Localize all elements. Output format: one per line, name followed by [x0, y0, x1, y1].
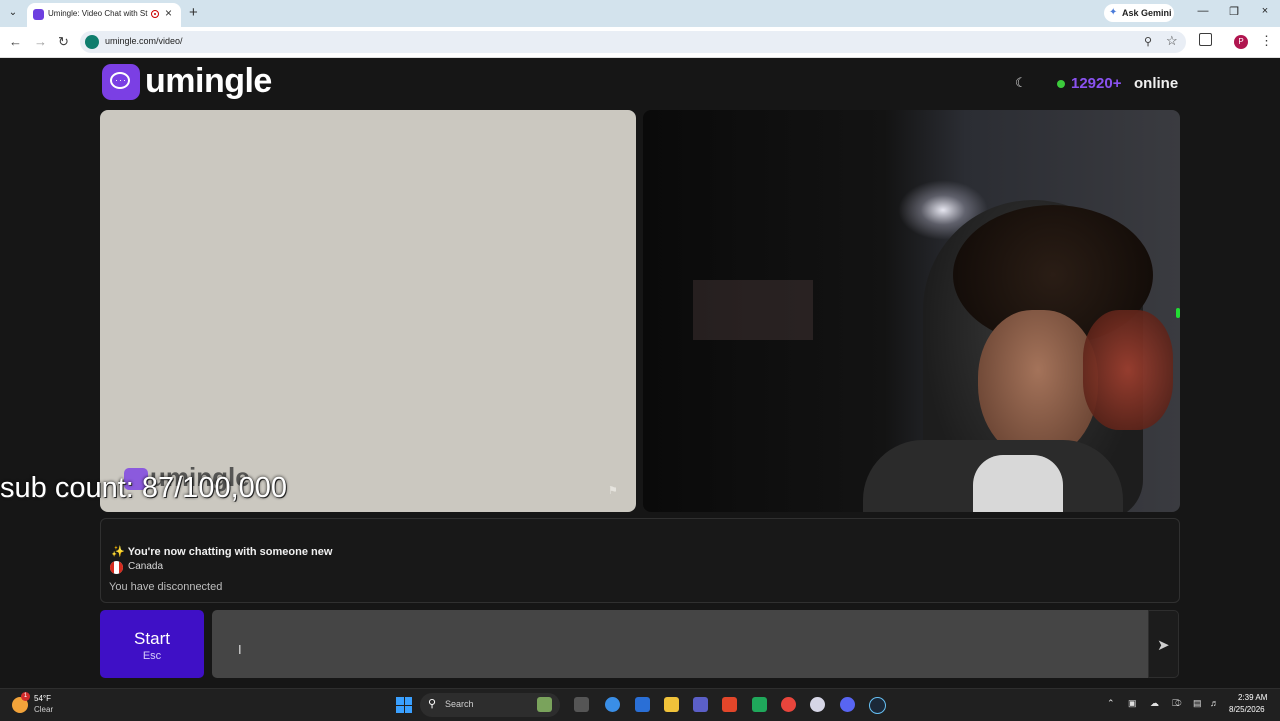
dark-mode-moon-icon[interactable]: ☾	[1015, 75, 1027, 91]
chat-log: ✨ You're now chatting with someone new Ca…	[100, 518, 1180, 603]
taskbar-search-label: Search	[445, 699, 474, 709]
tray-chevron-icon[interactable]: ⌃	[1107, 698, 1115, 709]
onedrive-icon[interactable]: ☁	[1150, 698, 1159, 709]
ask-gemini-label: Ask Gemini	[1122, 8, 1172, 18]
volume-icon[interactable]: ♬	[1210, 698, 1219, 708]
steam-icon[interactable]	[869, 697, 886, 714]
video-person-face	[978, 310, 1098, 460]
video-background	[693, 280, 813, 340]
tray-app-icon[interactable]: ▣	[1128, 698, 1137, 709]
network-icon[interactable]: ▤	[1193, 698, 1202, 709]
sub-count-overlay: sub count: 87/100,000	[0, 472, 288, 504]
obs-icon[interactable]	[810, 697, 825, 712]
stranger-country: Canada	[128, 561, 164, 572]
tab-title: Umingle: Video Chat with St	[48, 9, 148, 18]
online-count: 12920+	[1071, 75, 1122, 92]
reload-icon[interactable]: ↻	[58, 34, 69, 50]
windows-taskbar: 1 54°F Clear ⚲ Search ⌃ ▣ ☁ ⎄ ▤ ♬ 2:39 A…	[0, 688, 1280, 721]
gemini-sparkle-icon: ✦	[1109, 7, 1118, 18]
browser-toolbar: ← → ↻ umingle.com/video/ ⚲ ☆	[0, 27, 1280, 58]
app-icon[interactable]	[752, 697, 767, 712]
weather-temp: 54°F	[34, 694, 51, 703]
stranger-video	[643, 110, 1180, 512]
favicon-icon	[33, 9, 44, 20]
window-close-icon[interactable]: ×	[1256, 5, 1274, 17]
task-view-icon[interactable]	[574, 697, 589, 712]
new-chat-text: You're now chatting with someone new	[127, 546, 333, 558]
weather-badge: 1	[21, 692, 30, 701]
forward-icon[interactable]: →	[34, 34, 47, 49]
windows-start-icon[interactable]	[396, 697, 412, 713]
message-input[interactable]	[212, 610, 1148, 678]
microphone-icon[interactable]: ⎄	[1172, 698, 1182, 709]
online-label: online	[1134, 75, 1179, 92]
canada-flag-icon	[110, 561, 123, 574]
brave-icon[interactable]	[722, 697, 737, 712]
brand-name: umingle	[145, 62, 272, 100]
tab-strip: ⌄ Umingle: Video Chat with St × + ✦ Ask …	[0, 0, 1280, 27]
extensions-icon[interactable]	[1199, 33, 1212, 46]
menu-icon[interactable]: ⋮	[1260, 33, 1273, 49]
ask-gemini-button[interactable]: ✦ Ask Gemini	[1104, 4, 1174, 22]
weather-condition: Clear	[34, 705, 54, 714]
tab-search-menu-icon[interactable]: ⌄	[4, 5, 22, 21]
send-button[interactable]: ➤	[1148, 610, 1179, 678]
close-tab-icon[interactable]: ×	[165, 6, 172, 20]
report-flag-icon[interactable]: ⚑	[608, 484, 618, 497]
site-info-icon[interactable]	[85, 35, 99, 49]
video-person-hand	[1083, 310, 1173, 430]
restore-icon[interactable]: ❐	[1225, 5, 1243, 18]
disconnect-status: You have disconnected	[109, 581, 223, 593]
file-explorer-icon[interactable]	[664, 697, 679, 712]
widgets-icon[interactable]	[537, 697, 552, 712]
clock-date[interactable]: 8/25/2026	[1229, 705, 1265, 714]
new-tab-icon[interactable]: +	[189, 4, 198, 21]
text-cursor-icon: I	[238, 642, 242, 657]
video-person-shirt	[973, 455, 1063, 512]
chrome-icon[interactable]	[781, 697, 796, 712]
self-video: umingle ⚑	[100, 110, 636, 512]
profile-avatar[interactable]: P	[1234, 35, 1248, 49]
clock-time[interactable]: 2:39 AM	[1238, 693, 1267, 702]
teams-icon[interactable]	[693, 697, 708, 712]
bookmark-star-icon[interactable]: ☆	[1166, 33, 1178, 49]
discord-icon[interactable]	[840, 697, 855, 712]
start-label: Start	[134, 629, 170, 648]
browser-tab[interactable]: Umingle: Video Chat with St ×	[27, 3, 181, 27]
new-chat-message: ✨ You're now chatting with someone new	[111, 545, 332, 558]
url-text: umingle.com/video/	[105, 36, 183, 46]
store-icon[interactable]	[635, 697, 650, 712]
recording-icon	[151, 10, 159, 18]
send-icon: ➤	[1157, 637, 1170, 654]
search-icon: ⚲	[428, 698, 437, 710]
copilot-icon[interactable]	[605, 697, 620, 712]
minimize-icon[interactable]: —	[1194, 5, 1212, 17]
video-led	[1176, 308, 1180, 318]
start-button[interactable]: Start Esc	[100, 610, 204, 678]
back-icon[interactable]: ←	[9, 34, 22, 49]
start-shortcut: Esc	[142, 650, 162, 662]
message-input-wrapper: I	[212, 610, 1148, 678]
sparkle-icon: ✨	[111, 546, 125, 558]
address-bar[interactable]: umingle.com/video/ ⚲ ☆	[80, 31, 1186, 53]
zoom-icon[interactable]: ⚲	[1144, 35, 1152, 48]
online-status-icon	[1057, 80, 1065, 88]
chat-bubble-icon: ···	[102, 64, 140, 100]
